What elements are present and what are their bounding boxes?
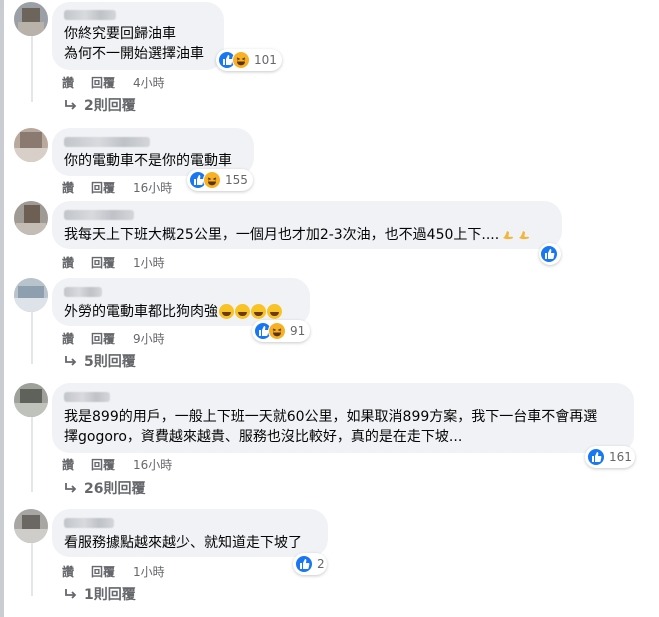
comment-text: 外勞的電動車都比狗肉強 <box>64 302 282 322</box>
timestamp[interactable]: 4小時 <box>133 75 165 91</box>
thinking-face-icon <box>219 304 234 319</box>
flexed-biceps-icon <box>503 231 514 240</box>
comment-bubble: 你終究要回歸油車 為何不一開始選擇油車 <box>52 2 224 70</box>
comments-panel: 你終究要回歸油車 為何不一開始選擇油車 101 讚 回覆 4小時 2則回覆 你的… <box>0 0 659 617</box>
reply-button[interactable]: 回覆 <box>91 75 115 91</box>
reaction-count: 91 <box>290 324 306 338</box>
like-button[interactable]: 讚 <box>62 331 74 347</box>
reply-button[interactable]: 回覆 <box>91 180 115 196</box>
reply-button[interactable]: 回覆 <box>91 255 115 271</box>
haha-icon <box>232 51 250 69</box>
comment-text: 為何不一開始選擇油車 <box>64 46 204 62</box>
like-icon <box>587 448 605 466</box>
reply-arrow-icon <box>65 100 77 110</box>
flexed-biceps-icon <box>519 231 530 240</box>
timestamp[interactable]: 16小時 <box>133 180 172 196</box>
comment-text-content: 我每天上下班大概25公里，一個月也才加2-3次油，也不過450上下.... <box>64 227 500 243</box>
timestamp[interactable]: 9小時 <box>133 331 165 347</box>
reply-arrow-icon <box>65 356 77 366</box>
rofl-face-icon <box>235 304 250 319</box>
avatar[interactable] <box>14 201 48 235</box>
view-replies-link[interactable]: 26則回覆 <box>64 479 145 499</box>
comment-actions: 讚 回覆 1小時 <box>62 255 212 271</box>
comment-text: 看服務據點越來越少、就知道走下坡了 <box>64 535 302 551</box>
reaction-count: 2 <box>317 557 325 571</box>
replies-label: 26則回覆 <box>84 481 146 497</box>
comment-actions: 讚 回覆 16小時 <box>62 180 212 196</box>
comment-text: 擇gogoro，資費越來越貴、服務也沒比較好，真的是在走下坡... <box>64 429 463 445</box>
avatar[interactable] <box>14 278 48 312</box>
thread-line <box>31 540 33 596</box>
thread-line <box>31 414 33 492</box>
comment-bubble: 外勞的電動車都比狗肉強 <box>52 278 310 326</box>
reply-button[interactable]: 回覆 <box>91 564 115 580</box>
reply-arrow-icon <box>65 589 77 599</box>
author-name-blurred[interactable] <box>64 518 114 528</box>
author-name-blurred[interactable] <box>64 210 134 220</box>
comment-text-content: 外勞的電動車都比狗肉強 <box>64 304 218 320</box>
comment-bubble: 我是899的用戶，一般上下班一天就60公里，如果取消899方案，我下一台車不會再… <box>52 383 634 453</box>
view-replies-link[interactable]: 5則回覆 <box>64 352 136 372</box>
reply-arrow-icon <box>65 483 77 493</box>
timestamp[interactable]: 16小時 <box>133 457 172 473</box>
reply-button[interactable]: 回覆 <box>91 331 115 347</box>
comment-bubble: 看服務據點越來越少、就知道走下坡了 <box>52 509 328 557</box>
like-button[interactable]: 讚 <box>62 180 74 196</box>
reaction-count: 155 <box>225 173 248 187</box>
view-replies-link[interactable]: 2則回覆 <box>64 96 136 116</box>
haha-icon <box>268 322 286 340</box>
comment-actions: 讚 回覆 16小時 <box>62 457 212 473</box>
like-icon <box>295 555 313 573</box>
reaction-summary[interactable]: 101 <box>216 49 282 71</box>
author-name-blurred[interactable] <box>64 287 102 297</box>
rofl-face-icon <box>267 304 282 319</box>
reaction-summary[interactable] <box>539 243 561 265</box>
comment-text: 我每天上下班大概25公里，一個月也才加2-3次油，也不過450上下.... <box>64 225 531 245</box>
avatar[interactable] <box>14 383 48 417</box>
like-button[interactable]: 讚 <box>62 255 74 271</box>
comment-actions: 讚 回覆 4小時 <box>62 75 212 91</box>
avatar[interactable] <box>14 2 48 36</box>
author-name-blurred[interactable] <box>64 10 116 20</box>
author-name-blurred[interactable] <box>64 392 110 402</box>
thread-line <box>31 36 33 102</box>
replies-label: 2則回覆 <box>84 98 136 114</box>
comment-actions: 讚 回覆 9小時 <box>62 331 212 347</box>
reaction-count: 161 <box>609 450 632 464</box>
author-name-blurred[interactable] <box>64 137 150 147</box>
view-replies-link[interactable]: 1則回覆 <box>64 585 136 605</box>
comment-bubble: 我每天上下班大概25公里，一個月也才加2-3次油，也不過450上下.... <box>52 201 562 249</box>
replies-label: 5則回覆 <box>84 354 136 370</box>
avatar[interactable] <box>14 509 48 543</box>
avatar[interactable] <box>14 128 48 162</box>
reaction-count: 101 <box>254 53 277 67</box>
timestamp[interactable]: 1小時 <box>133 564 165 580</box>
comment-text: 我是899的用戶，一般上下班一天就60公里，如果取消899方案，我下一台車不會再… <box>64 409 598 425</box>
rofl-face-icon <box>251 304 266 319</box>
reply-button[interactable]: 回覆 <box>91 457 115 473</box>
timestamp[interactable]: 1小時 <box>133 255 165 271</box>
comment-text: 你的電動車不是你的電動車 <box>64 153 232 169</box>
like-button[interactable]: 讚 <box>62 75 74 91</box>
reaction-summary[interactable]: 161 <box>585 446 635 468</box>
replies-label: 1則回覆 <box>84 587 136 603</box>
like-button[interactable]: 讚 <box>62 457 74 473</box>
reaction-summary[interactable]: 91 <box>252 320 310 342</box>
scrollbar-track[interactable] <box>0 0 4 617</box>
comment-text: 你終究要回歸油車 <box>64 26 176 42</box>
comment-actions: 讚 回覆 1小時 <box>62 564 212 580</box>
reaction-summary[interactable]: 2 <box>293 553 327 575</box>
like-icon <box>540 245 558 263</box>
like-button[interactable]: 讚 <box>62 564 74 580</box>
